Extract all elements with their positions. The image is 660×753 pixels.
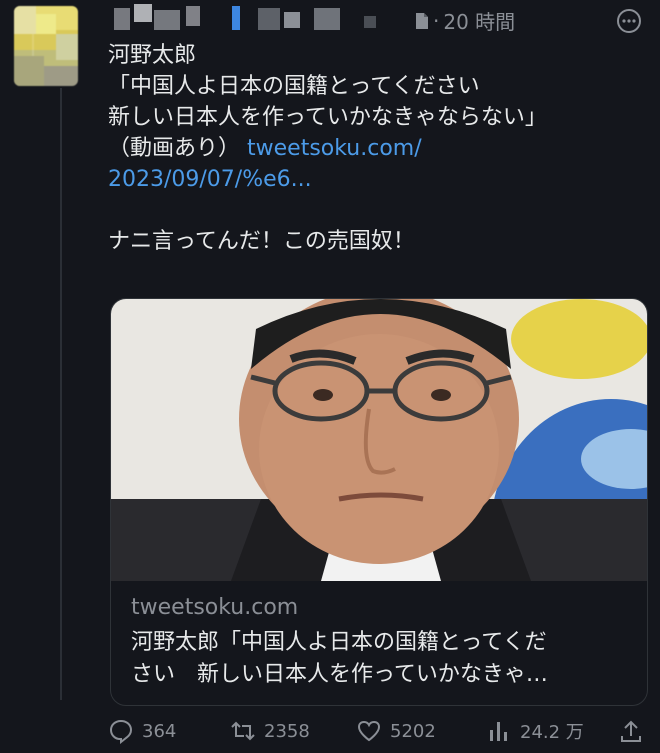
tweet-comment: ナニ言ってんだ！この売国奴！ [108, 229, 415, 254]
tweet-link-2[interactable]: 2023/09/07/%e6... [108, 167, 312, 192]
reply-count: 364 [142, 720, 177, 742]
tweet-line-4-text: （動画あり） [108, 136, 247, 161]
link-card[interactable]: tweetsoku.com 河野太郎「中国人よ日本の国籍とってくだ さい 新しい… [110, 298, 648, 706]
card-title-line-2: さい 新しい日本人を作っていかなきゃ… [131, 662, 548, 687]
tweet-line-5: 2023/09/07/%e6... [108, 164, 628, 195]
tweet-text: 河野太郎 「中国人よ日本の国籍とってください 新しい日本人を作っていかなきゃなら… [108, 40, 628, 257]
timestamp[interactable]: · 20 時間 [415, 6, 515, 35]
time-text: 20 時間 [443, 10, 516, 34]
retweet-count: 2358 [264, 720, 310, 742]
card-title[interactable]: 河野太郎「中国人よ日本の国籍とってくだ さい 新しい日本人を作っていかなきゃ… [131, 627, 627, 691]
tweet-line-3: 新しい日本人を作っていかなきゃならない」 [108, 105, 547, 130]
doc-icon [416, 12, 428, 29]
card-title-line-1: 河野太郎「中国人よ日本の国籍とってくだ [131, 630, 547, 655]
like-icon [357, 720, 381, 742]
card-domain[interactable]: tweetsoku.com [131, 595, 298, 620]
like-count: 5202 [390, 720, 436, 742]
thread-line [60, 88, 62, 700]
share-icon [621, 720, 641, 742]
like-button[interactable]: 5202 [356, 718, 436, 744]
tweet-line-2: 「中国人よ日本の国籍とってください [108, 74, 480, 99]
tweet-line-1: 河野太郎 [108, 43, 197, 68]
dot-separator: · [433, 8, 440, 33]
views-icon [490, 722, 507, 741]
tweet-link-1[interactable]: tweetsoku.com/ [247, 136, 422, 161]
tweet-line-4: （動画あり） tweetsoku.com/ [108, 133, 628, 164]
avatar[interactable] [14, 6, 78, 86]
retweet-button[interactable]: 2358 [230, 718, 310, 744]
card-image[interactable] [111, 299, 647, 581]
reply-button[interactable]: 364 [108, 718, 176, 744]
action-bar: 364 2358 5202 24.2 万 [108, 718, 648, 748]
views-count: 24.2 万 [520, 722, 584, 743]
more-icon[interactable] [616, 8, 642, 34]
reply-icon [109, 719, 133, 744]
views-button[interactable]: 24.2 万 [486, 718, 584, 744]
share-button[interactable] [618, 718, 644, 744]
retweet-icon [231, 721, 255, 741]
